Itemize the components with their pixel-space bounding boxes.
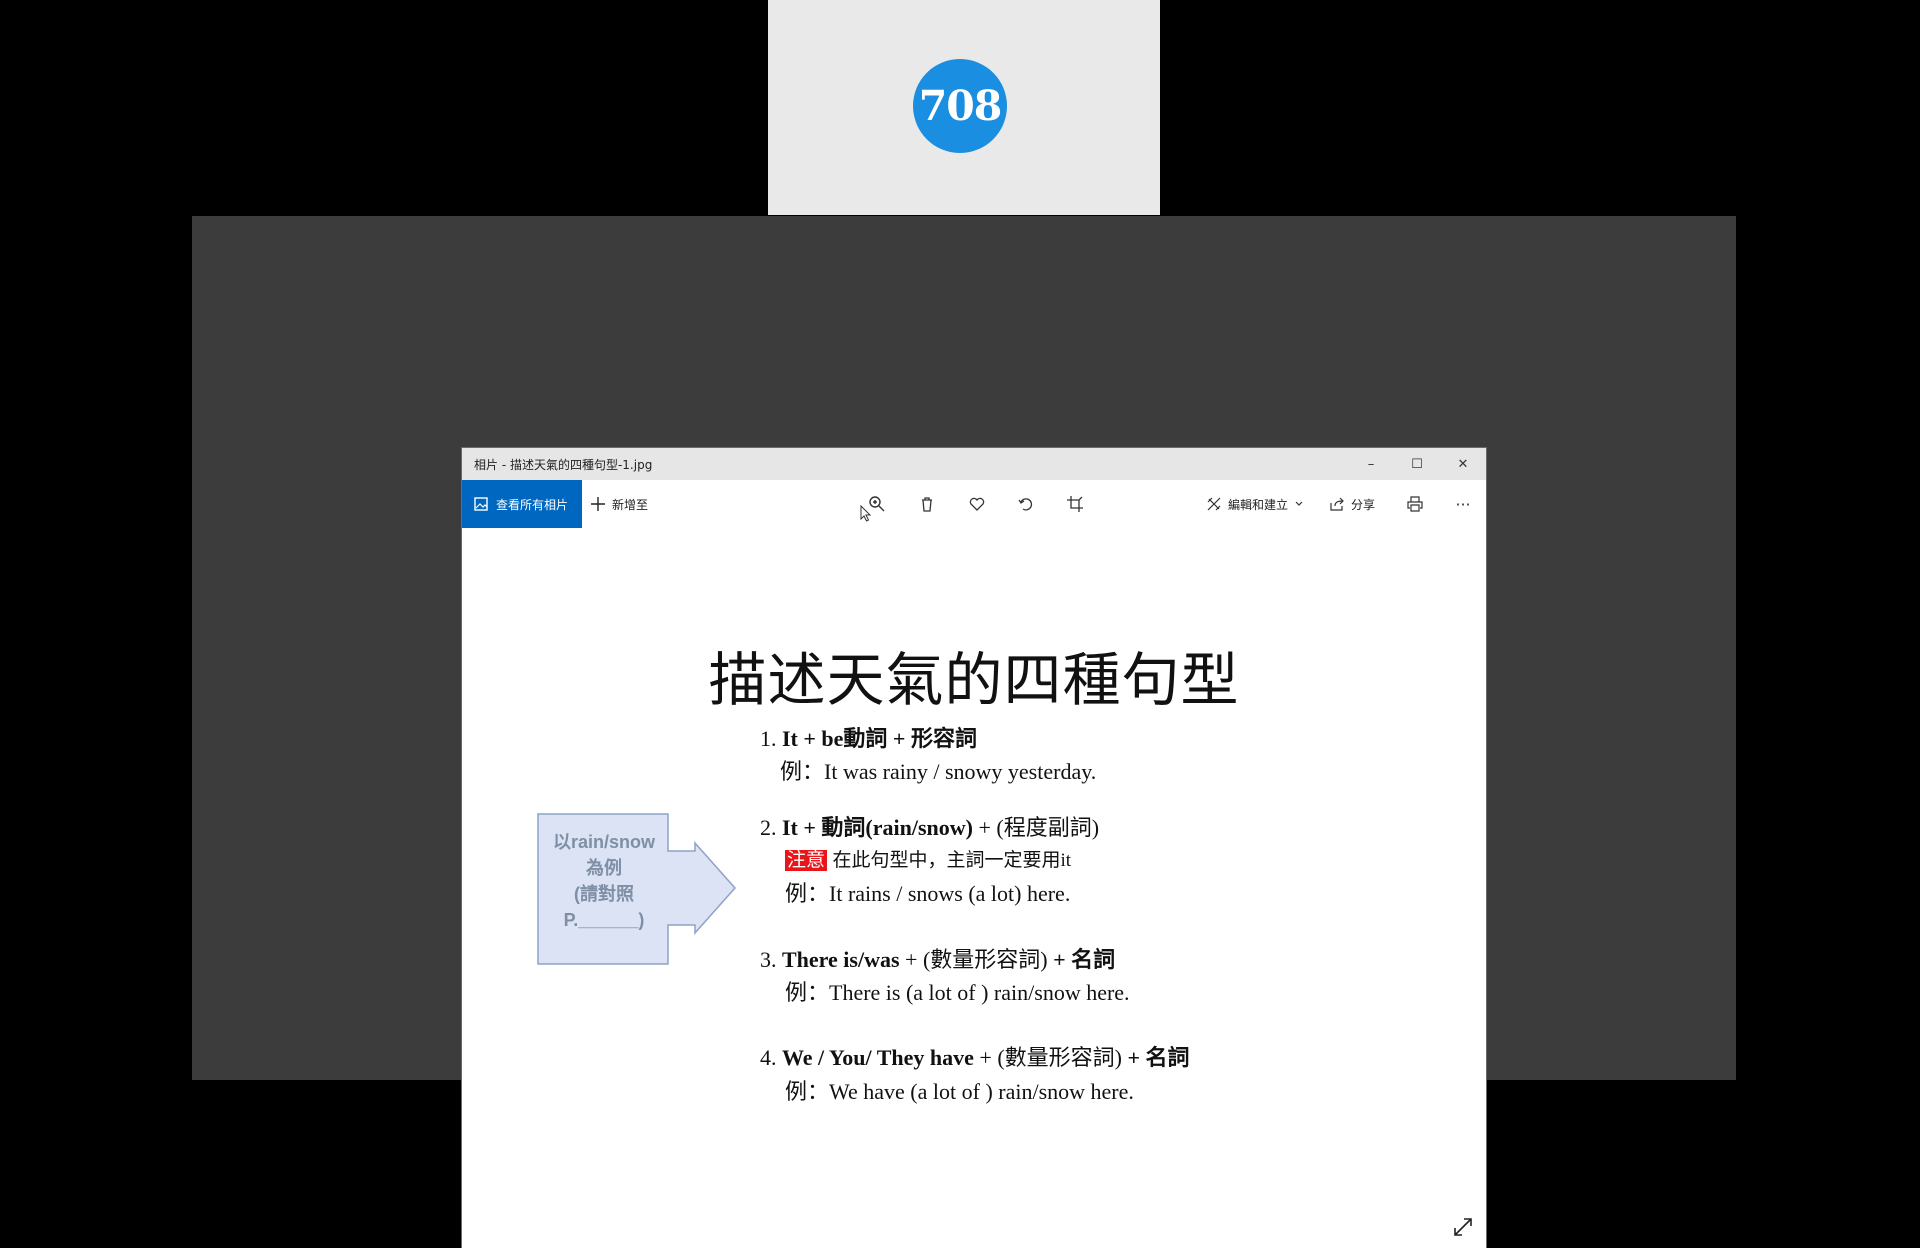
add-to-button[interactable]: 新增至 — [590, 480, 648, 528]
pattern-4: 4. We / You/ They have + (數量形容詞) + 名詞 — [760, 1040, 1190, 1072]
participant-tile: 708 — [768, 0, 1160, 215]
pattern-2: 2. It + 動詞(rain/snow) + (程度副詞) — [760, 810, 1099, 842]
pattern-4-end: + 名詞 — [1121, 1045, 1190, 1070]
photos-window: 相片 - 描述天氣的四種句型-1.jpg – ☐ ✕ 查看所有相片 新增至 編輯… — [462, 448, 1486, 1248]
edit-create-button[interactable]: 編輯和建立 — [1206, 480, 1304, 528]
pattern-2-rest: + (程度副詞) — [973, 815, 1100, 840]
pattern-3-end: + 名詞 — [1047, 947, 1116, 972]
view-all-photos-label: 查看所有相片 — [496, 497, 569, 512]
mouse-cursor-icon — [860, 505, 872, 522]
pattern-2-text: It + 動詞(rain/snow) — [782, 815, 973, 840]
more-options-button[interactable]: ··· — [1450, 492, 1476, 516]
add-to-label: 新增至 — [612, 497, 649, 512]
print-icon[interactable] — [1402, 492, 1428, 516]
arrow-note-line-2: 為例 — [586, 858, 622, 878]
chevron-down-icon — [1295, 501, 1303, 506]
pattern-2-number: 2. — [760, 815, 777, 840]
favorite-icon[interactable] — [964, 492, 990, 516]
pattern-4-rest: + (數量形容詞) — [973, 1045, 1122, 1070]
pattern-3-number: 3. — [760, 947, 777, 972]
arrow-callout: 以rain/snow 為例 (請對照 P.______) — [537, 813, 747, 973]
pattern-1-text: It + be動詞 + 形容詞 — [782, 726, 977, 751]
window-title: 相片 - 描述天氣的四種句型-1.jpg — [474, 457, 653, 472]
note-tag: 注意 — [785, 850, 828, 871]
photos-icon — [474, 497, 488, 511]
edit-create-label: 編輯和建立 — [1228, 497, 1289, 512]
arrow-note-line-3: (請對照 — [574, 884, 634, 904]
share-label: 分享 — [1351, 497, 1376, 512]
arrow-callout-text: 以rain/snow 為例 (請對照 P.______) — [537, 829, 671, 933]
rotate-icon[interactable] — [1013, 492, 1039, 516]
arrow-note-line-1: 以rain/snow — [552, 832, 655, 852]
slide-title: 描述天氣的四種句型 — [708, 646, 1240, 714]
example-3: 例：There is (a lot of ) rain/snow here. — [785, 980, 1130, 1005]
note-text: 在此句型中，主詞一定要用it — [832, 850, 1072, 871]
minimize-button[interactable]: – — [1348, 448, 1394, 480]
toolbar: 查看所有相片 新增至 編輯和建立 分享 ··· — [462, 480, 1486, 528]
expand-icon[interactable] — [1452, 1216, 1474, 1238]
share-button[interactable]: 分享 — [1329, 480, 1375, 528]
note-2: 注意 在此句型中，主詞一定要用it — [785, 845, 1071, 872]
title-bar: 相片 - 描述天氣的四種句型-1.jpg – ☐ ✕ — [462, 448, 1486, 480]
share-icon — [1330, 497, 1344, 511]
edit-create-icon — [1207, 497, 1221, 511]
plus-icon — [591, 497, 605, 511]
example-4: 例：We have (a lot of ) rain/snow here. — [785, 1079, 1134, 1104]
maximize-button[interactable]: ☐ — [1394, 448, 1440, 480]
close-button[interactable]: ✕ — [1440, 448, 1486, 480]
arrow-note-line-4: P.______) — [563, 910, 645, 930]
pattern-4-number: 4. — [760, 1045, 777, 1070]
participant-avatar: 708 — [913, 59, 1007, 153]
crop-icon[interactable] — [1062, 492, 1088, 516]
photo-slide: 描述天氣的四種句型 1. It + be動詞 + 形容詞 例：It was ra… — [462, 528, 1486, 1248]
pattern-3: 3. There is/was + (數量形容詞) + 名詞 — [760, 942, 1115, 974]
pattern-1: 1. It + be動詞 + 形容詞 — [760, 721, 977, 753]
delete-icon[interactable] — [914, 492, 940, 516]
example-1: 例：It was rainy / snowy yesterday. — [780, 759, 1097, 784]
pattern-3-rest: + (數量形容詞) — [899, 947, 1048, 972]
pattern-1-number: 1. — [760, 726, 777, 751]
shared-screen: 相片 - 描述天氣的四種句型-1.jpg – ☐ ✕ 查看所有相片 新增至 編輯… — [192, 216, 1736, 1248]
pattern-4-text: We / You/ They have — [782, 1045, 974, 1070]
pattern-3-text: There is/was — [782, 947, 900, 972]
example-2: 例：It rains / snows (a lot) here. — [785, 881, 1071, 906]
view-all-photos-button[interactable]: 查看所有相片 — [462, 480, 582, 528]
